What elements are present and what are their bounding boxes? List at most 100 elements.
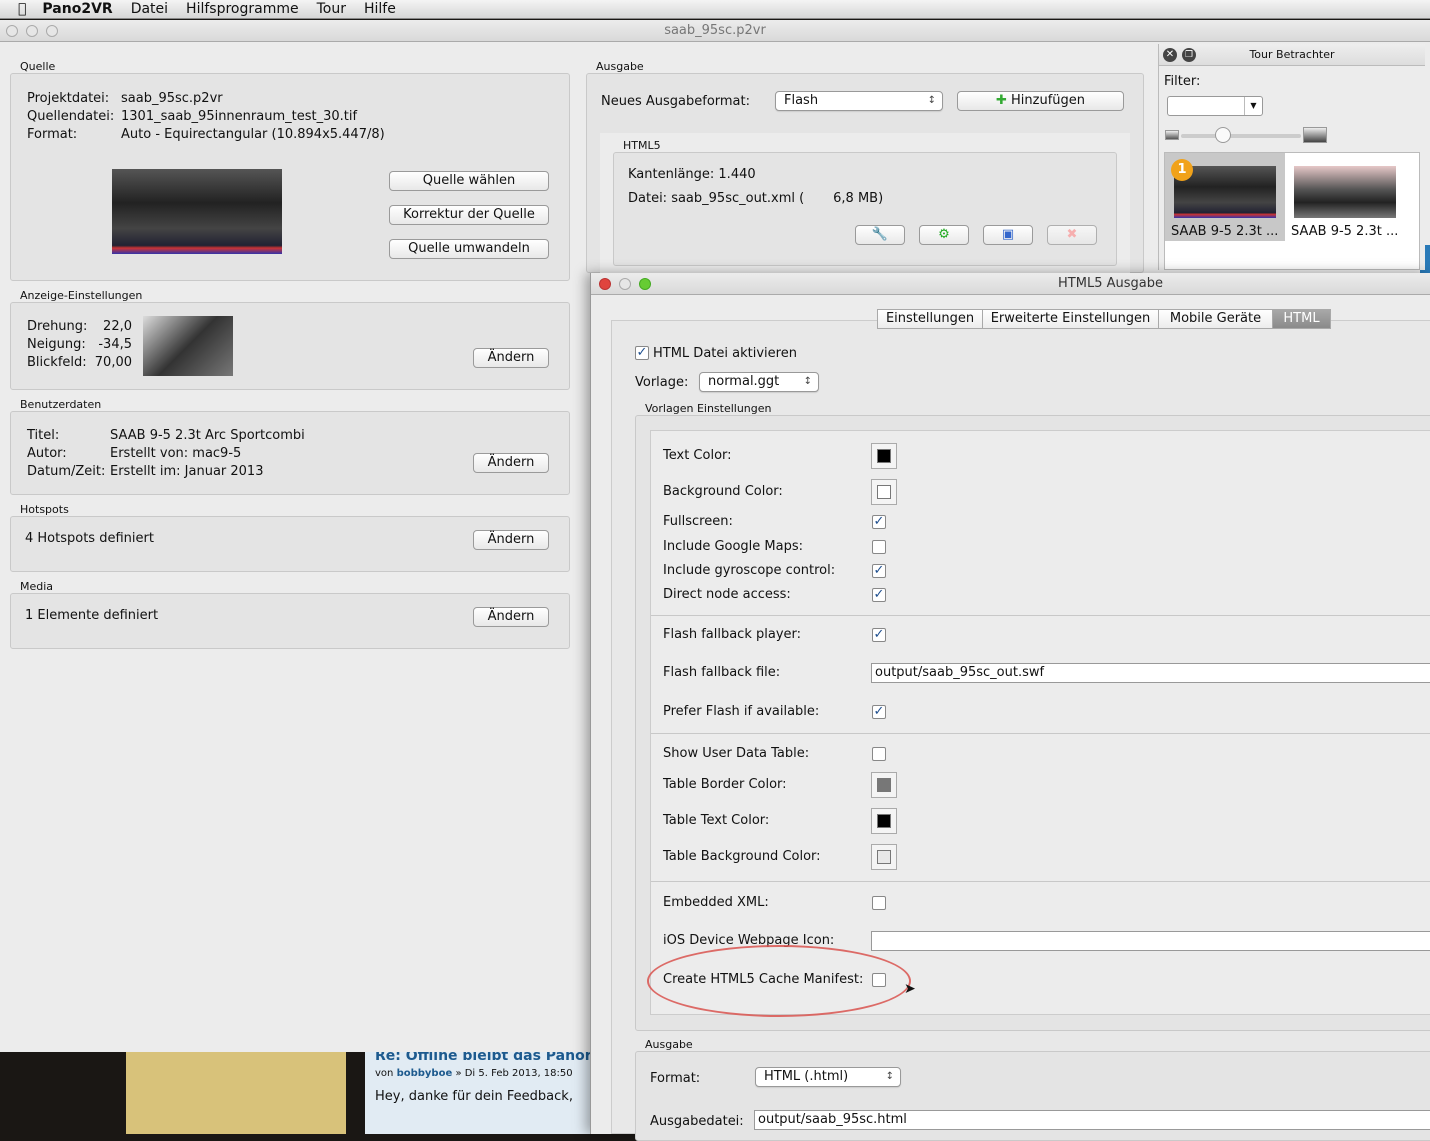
tour-item-2[interactable]: SAAB 9-5 2.3t ... — [1285, 153, 1405, 241]
menu-datei[interactable]: Datei — [131, 1, 168, 17]
post-meta: » Di 5. Feb 2013, 18:50 — [455, 1068, 573, 1079]
forum-post: Re: Offline bleibt das Panoram von bobby… — [365, 1045, 616, 1134]
hinzufuegen-button[interactable]: ✚ Hinzufügen — [957, 91, 1124, 111]
plus-icon: ✚ — [995, 93, 1007, 108]
thumb-size-slider[interactable] — [1181, 134, 1301, 138]
tab-html[interactable]: HTML — [1272, 309, 1331, 329]
hinzufuegen-label: Hinzufügen — [1011, 93, 1086, 108]
dialog-titlebar: HTML5 Ausgabe — [591, 273, 1430, 295]
format-label: Format: — [27, 127, 78, 142]
benutzerdaten-label: Benutzerdaten — [20, 398, 102, 411]
quelle-umwandeln-button[interactable]: Quelle umwandeln — [389, 239, 549, 259]
main-title: saab_95sc.p2vr — [664, 23, 766, 38]
enable-html-checkbox[interactable]: ✓ — [635, 346, 649, 360]
menubar:  Pano2VR Datei Hilfsprogramme Tour Hilf… — [0, 0, 1430, 19]
ausgabeformat-select[interactable]: Flash — [775, 91, 943, 111]
korrektur-button[interactable]: Korrektur der Quelle — [389, 205, 549, 225]
setting-checkbox[interactable]: ✓ — [872, 564, 886, 578]
setting-checkbox[interactable]: ✓ — [872, 515, 886, 529]
tour-item-1[interactable]: 1 SAAB 9-5 2.3t ... — [1165, 153, 1285, 241]
filter-combo[interactable]: ▼ — [1167, 96, 1263, 116]
tab-mobile[interactable]: Mobile Geräte — [1158, 309, 1273, 329]
media-text: 1 Elemente definiert — [25, 608, 159, 623]
setting-checkbox[interactable] — [872, 540, 886, 554]
setting-checkbox[interactable] — [872, 747, 886, 761]
panel-close-icon[interactable]: ✕ — [1163, 48, 1177, 62]
setting-label: Direct node access: — [663, 587, 791, 602]
color-picker-button[interactable] — [871, 443, 897, 469]
menu-tour[interactable]: Tour — [317, 1, 346, 17]
setting-label: Flash fallback file: — [663, 665, 781, 680]
setting-checkbox[interactable]: ✓ — [872, 705, 886, 719]
color-picker-button[interactable] — [871, 844, 897, 870]
setting-checkbox[interactable]: ✓ — [872, 588, 886, 602]
format-select[interactable]: HTML (.html) — [755, 1067, 901, 1087]
tour-item-label: SAAB 9-5 2.3t ... — [1171, 224, 1279, 239]
hotspots-aendern-button[interactable]: Ändern — [473, 530, 549, 550]
setting-checkbox[interactable]: ✓ — [872, 628, 886, 642]
media-aendern-button[interactable]: Ändern — [473, 607, 549, 627]
ausgabedatei-input[interactable]: output/saab_95sc.html — [754, 1110, 1430, 1130]
setting-text-input[interactable]: output/saab_95sc_out.swf — [871, 663, 1430, 683]
vorlagen-einstellungen-label: Vorlagen Einstellungen — [645, 402, 772, 415]
color-picker-button[interactable] — [871, 808, 897, 834]
dialog-minimize-button[interactable] — [619, 278, 631, 290]
setting-label: Show User Data Table: — [663, 746, 810, 761]
vorlage-label: Vorlage: — [635, 375, 689, 390]
format-value: Auto - Equirectangular (10.894x5.447/8) — [121, 127, 385, 142]
html5-label: HTML5 — [623, 139, 661, 152]
projektdatei-value: saab_95sc.p2vr — [121, 91, 223, 106]
setting-label: Prefer Flash if available: — [663, 704, 820, 719]
close-button[interactable] — [6, 25, 18, 37]
color-swatch — [877, 814, 891, 828]
menu-hilfe[interactable]: Hilfe — [364, 1, 396, 17]
setting-label: Table Border Color: — [663, 777, 787, 792]
anzeige-aendern-button[interactable]: Ändern — [473, 348, 549, 368]
delete-button[interactable]: ✖ — [1047, 225, 1097, 245]
neues-format-label: Neues Ausgabeformat: — [601, 94, 750, 109]
tab-einstellungen[interactable]: Einstellungen — [877, 309, 983, 329]
desktop-image — [126, 1050, 346, 1134]
zoom-button[interactable] — [46, 25, 58, 37]
media-label: Media — [20, 580, 54, 593]
post-text: Hey, danke für dein Feedback, — [375, 1089, 573, 1104]
dialog-close-button[interactable] — [599, 278, 611, 290]
generate-button[interactable]: ⚙ — [919, 225, 969, 245]
menu-app[interactable]: Pano2VR — [42, 1, 112, 17]
datei-text: Datei: saab_95sc_out.xml ( 6,8 MB) — [628, 191, 884, 206]
large-thumb-icon — [1303, 127, 1327, 143]
color-picker-button[interactable] — [871, 479, 897, 505]
projektdatei-label: Projektdatei: — [27, 91, 110, 106]
setting-text-input[interactable] — [871, 931, 1430, 951]
setting-checkbox[interactable] — [872, 896, 886, 910]
mouse-cursor-icon: ➤ — [904, 981, 916, 997]
apple-icon[interactable]:  — [18, 1, 26, 17]
color-picker-button[interactable] — [871, 772, 897, 798]
quelle-values: saab_95sc.p2vr 1301_saab_95innenraum_tes… — [121, 90, 385, 144]
separator — [651, 881, 1430, 882]
source-thumbnail — [112, 169, 282, 254]
dialog-title: HTML5 Ausgabe — [1058, 276, 1163, 291]
drehung-value: 22,0 — [103, 319, 132, 334]
main-titlebar: saab_95sc.p2vr — [0, 20, 1430, 42]
color-swatch — [877, 850, 891, 864]
vorlage-select[interactable]: normal.ggt — [699, 372, 819, 392]
dialog-ausgabe-label: Ausgabe — [645, 1038, 693, 1051]
wrench-button[interactable]: 🔧 — [855, 225, 905, 245]
quelle-waehlen-button[interactable]: Quelle wählen — [389, 171, 549, 191]
slider-handle[interactable] — [1215, 127, 1231, 143]
tab-erweiterte[interactable]: Erweiterte Einstellungen — [982, 309, 1159, 329]
preview-button[interactable]: ▣ — [983, 225, 1033, 245]
setting-label: Background Color: — [663, 484, 783, 499]
view-thumbnail — [143, 316, 233, 376]
menu-hilfsprogramme[interactable]: Hilfsprogramme — [186, 1, 299, 17]
post-author[interactable]: bobbyboe — [397, 1068, 453, 1079]
dialog-zoom-button[interactable] — [639, 278, 651, 290]
chevron-down-icon[interactable]: ▼ — [1244, 97, 1262, 115]
wrench-icon: 🔧 — [871, 227, 889, 242]
enable-html-label: HTML Datei aktivieren — [653, 346, 797, 361]
datum-value: Erstellt im: Januar 2013 — [110, 464, 264, 479]
panel-float-icon[interactable]: ❐ — [1182, 48, 1196, 62]
minimize-button[interactable] — [26, 25, 38, 37]
benutzerdaten-aendern-button[interactable]: Ändern — [473, 453, 549, 473]
